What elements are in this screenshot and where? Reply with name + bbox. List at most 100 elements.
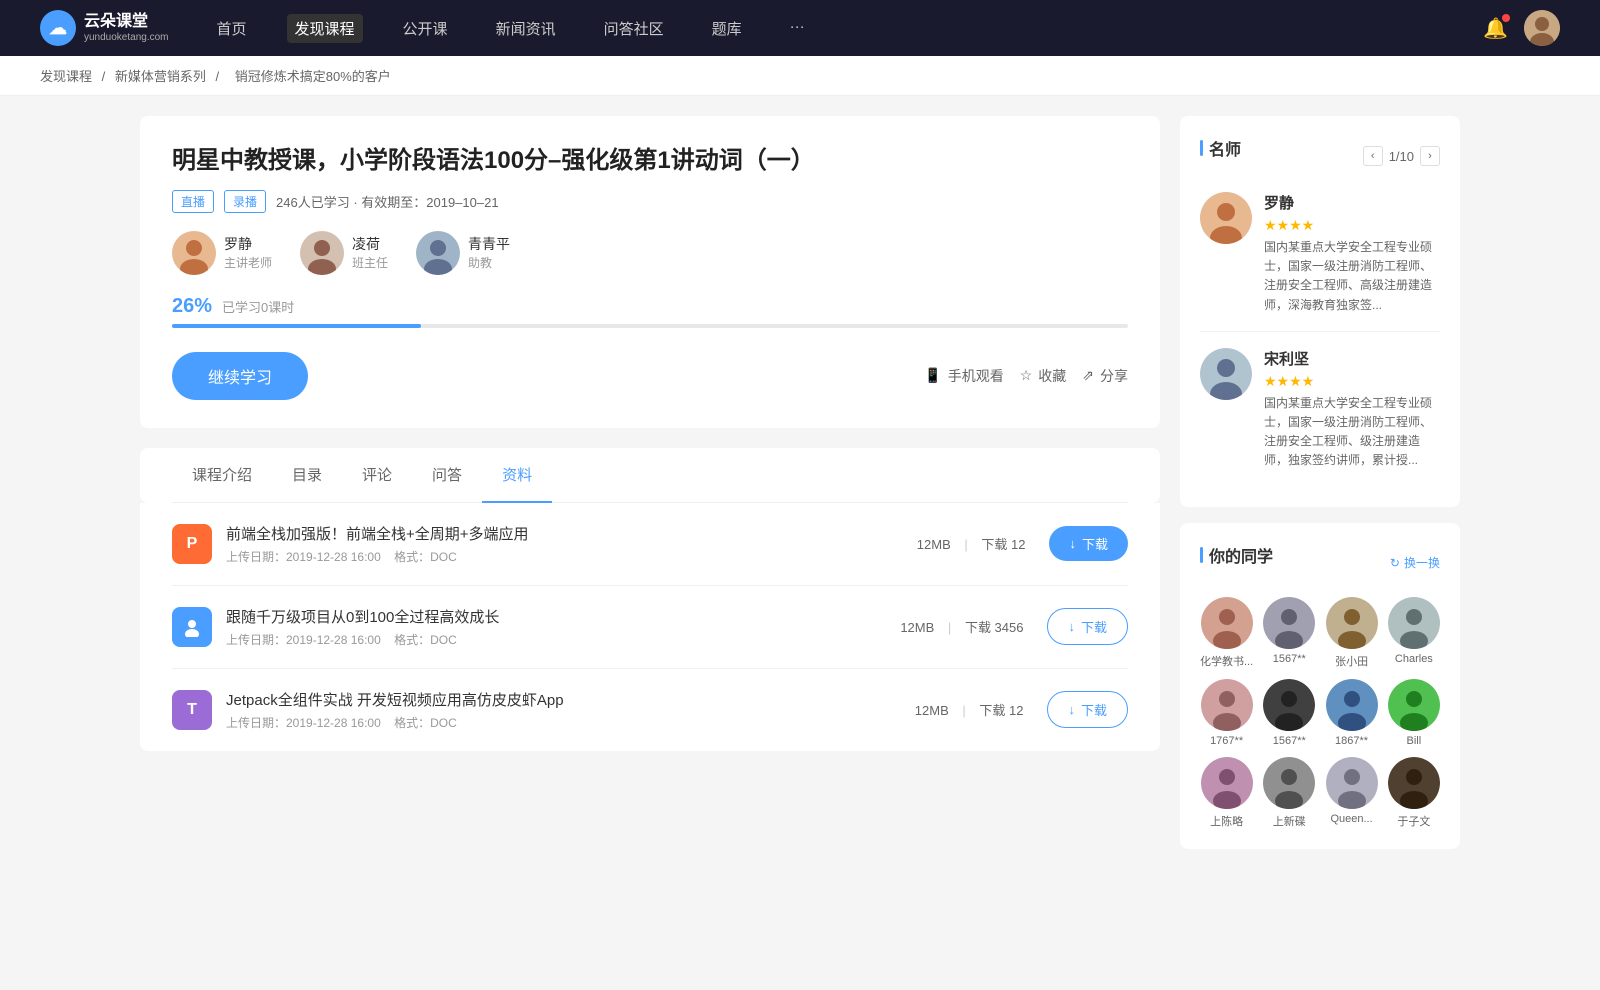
- download-icon-0: ↓: [1069, 536, 1076, 551]
- progress-label: 已学习0课时: [222, 297, 294, 316]
- tab-qa[interactable]: 问答: [412, 448, 482, 503]
- classmate-2: 张小田: [1325, 597, 1377, 669]
- breadcrumb-link-series[interactable]: 新媒体营销系列: [115, 69, 206, 84]
- phone-icon: 📱: [924, 367, 941, 384]
- tab-materials[interactable]: 资料: [482, 448, 552, 503]
- classmate-name-3: Charles: [1395, 653, 1433, 665]
- resource-title-2: Jetpack全组件实战 开发短视频应用高仿皮皮虾App: [226, 689, 891, 710]
- nav-item-news[interactable]: 新闻资讯: [488, 14, 564, 43]
- teacher-avatar-2: [416, 231, 460, 275]
- classmate-avatar-1: [1263, 597, 1315, 649]
- sidebar-teacher-desc-0: 国内某重点大学安全工程专业硕士，国家一级注册消防工程师、注册安全工程师、高级注册…: [1264, 238, 1440, 315]
- breadcrumb: 发现课程 / 新媒体营销系列 / 销冠修炼术搞定80%的客户: [0, 56, 1600, 96]
- phone-watch-button[interactable]: 📱 手机观看: [924, 366, 1003, 386]
- nav-item-quiz[interactable]: 题库: [704, 14, 750, 43]
- sidebar-teacher-1: 宋利坚 ★★★★ 国内某重点大学安全工程专业硕士，国家一级注册消防工程师、注册安…: [1200, 348, 1440, 471]
- breadcrumb-link-discover[interactable]: 发现课程: [40, 69, 92, 84]
- resource-list: P 前端全栈加强版！前端全栈+全周期+多端应用 上传日期：2019-12-28 …: [140, 503, 1160, 751]
- teacher-item-0: 罗静 主讲老师: [172, 231, 272, 275]
- sidebar-teacher-desc-1: 国内某重点大学安全工程专业硕士，国家一级注册消防工程师、注册安全工程师、级注册建…: [1264, 394, 1440, 471]
- sidebar-teacher-info-1: 宋利坚 ★★★★ 国内某重点大学安全工程专业硕士，国家一级注册消防工程师、注册安…: [1264, 348, 1440, 471]
- resource-meta-2: 上传日期：2019-12-28 16:00 格式：DOC: [226, 714, 891, 731]
- content-left: 明星中教授课，小学阶段语法100分–强化级第1讲动词（一） 直播 录播 246人…: [140, 116, 1160, 865]
- classmate-avatar-6: [1326, 679, 1378, 731]
- teacher-info-1: 凌荷 班主任: [352, 234, 388, 271]
- nav-item-open[interactable]: 公开课: [395, 14, 456, 43]
- teacher-role-1: 班主任: [352, 254, 388, 271]
- refresh-icon: ↻: [1390, 556, 1400, 570]
- tag-live: 直播: [172, 190, 214, 213]
- pagination: ‹ 1/10 ›: [1363, 146, 1440, 166]
- teacher-role-0: 主讲老师: [224, 254, 272, 271]
- refresh-classmates-button[interactable]: ↻ 换一换: [1390, 554, 1440, 571]
- collect-button[interactable]: ☆ 收藏: [1020, 366, 1067, 386]
- download-icon-2: ↓: [1068, 702, 1075, 717]
- classmate-name-7: Bill: [1407, 735, 1422, 747]
- main-container: 明星中教授课，小学阶段语法100分–强化级第1讲动词（一） 直播 录播 246人…: [100, 96, 1500, 885]
- resource-stats-1: 12MB | 下载 3456: [900, 617, 1023, 636]
- classmate-avatar-2: [1326, 597, 1378, 649]
- classmate-name-6: 1867**: [1335, 735, 1368, 747]
- next-page-button[interactable]: ›: [1420, 146, 1440, 166]
- classmate-avatar-9: [1263, 757, 1315, 809]
- teacher-avatar-0: [172, 231, 216, 275]
- navbar: ☁ 云朵课堂 yunduoketang.com 首页 发现课程 公开课 新闻资讯…: [0, 0, 1600, 56]
- sidebar-teacher-stars-0: ★★★★: [1264, 217, 1440, 234]
- resource-icon-1: [172, 607, 212, 647]
- progress-bar-fill: [172, 324, 421, 328]
- tab-intro[interactable]: 课程介绍: [172, 448, 272, 503]
- tab-review[interactable]: 评论: [342, 448, 412, 503]
- teacher-item-2: 青青平 助教: [416, 231, 510, 275]
- download-button-0[interactable]: ↓ 下载: [1049, 526, 1128, 561]
- classmate-name-5: 1567**: [1273, 735, 1306, 747]
- course-meta-text: 246人已学习 · 有效期至：2019–10–21: [276, 192, 499, 211]
- sidebar-teacher-0: 罗静 ★★★★ 国内某重点大学安全工程专业硕士，国家一级注册消防工程师、注册安全…: [1200, 192, 1440, 315]
- classmate-avatar-0: [1201, 597, 1253, 649]
- classmate-name-11: 于子文: [1397, 813, 1430, 829]
- sidebar-teacher-stars-1: ★★★★: [1264, 373, 1440, 390]
- user-avatar-img: [1524, 10, 1560, 46]
- nav-item-qa[interactable]: 问答社区: [596, 14, 672, 43]
- resource-stats-2: 12MB | 下载 12: [915, 700, 1024, 719]
- classmate-1: 1567**: [1263, 597, 1315, 669]
- teacher-name-2: 青青平: [468, 234, 510, 254]
- course-actions: 继续学习 📱 手机观看 ☆ 收藏 ⇗ 分享: [172, 352, 1128, 400]
- classmate-avatar-4: [1201, 679, 1253, 731]
- user-avatar-nav[interactable]: [1524, 10, 1560, 46]
- download-button-1[interactable]: ↓ 下载: [1047, 608, 1128, 645]
- nav-item-discover[interactable]: 发现课程: [287, 14, 363, 43]
- action-buttons: 📱 手机观看 ☆ 收藏 ⇗ 分享: [924, 366, 1128, 386]
- resource-item-2: T Jetpack全组件实战 开发短视频应用高仿皮皮虾App 上传日期：2019…: [172, 669, 1128, 751]
- page-indicator: 1/10: [1389, 149, 1414, 164]
- resource-item-1: 跟随千万级项目从0到100全过程高效成长 上传日期：2019-12-28 16:…: [172, 586, 1128, 669]
- tab-catalog[interactable]: 目录: [272, 448, 342, 503]
- download-button-2[interactable]: ↓ 下载: [1047, 691, 1128, 728]
- classmate-name-4: 1767**: [1210, 735, 1243, 747]
- share-button[interactable]: ⇗ 分享: [1082, 366, 1128, 386]
- sidebar-right: 名师 ‹ 1/10 › 罗静 ★★★★ 国内某重点大学安全工程专业硕士，国家一级…: [1180, 116, 1460, 865]
- classmate-6: 1867**: [1325, 679, 1377, 747]
- classmate-8: 上陈略: [1200, 757, 1253, 829]
- sidebar-teacher-avatar-1: [1200, 348, 1252, 400]
- teacher-divider: [1200, 331, 1440, 332]
- classmate-avatar-10: [1326, 757, 1378, 809]
- classmate-3: Charles: [1388, 597, 1440, 669]
- nav-item-more[interactable]: ···: [782, 14, 813, 43]
- classmates-header: 你的同学 ↻ 换一换: [1200, 543, 1440, 583]
- classmate-5: 1567**: [1263, 679, 1315, 747]
- resource-stats-0: 12MB | 下载 12: [917, 534, 1026, 553]
- nav-item-home[interactable]: 首页: [209, 14, 255, 43]
- classmate-avatar-7: [1388, 679, 1440, 731]
- prev-page-button[interactable]: ‹: [1363, 146, 1383, 166]
- course-card: 明星中教授课，小学阶段语法100分–强化级第1讲动词（一） 直播 录播 246人…: [140, 116, 1160, 428]
- teacher-item-1: 凌荷 班主任: [300, 231, 388, 275]
- resource-icon-2: T: [172, 690, 212, 730]
- classmate-7: Bill: [1388, 679, 1440, 747]
- classmate-name-0: 化学教书...: [1200, 653, 1253, 669]
- nav-right: 🔔: [1483, 10, 1560, 46]
- logo[interactable]: ☁ 云朵课堂 yunduoketang.com: [40, 10, 169, 46]
- bell-icon[interactable]: 🔔: [1483, 16, 1508, 41]
- teachers-sidebar-title: 名师: [1200, 136, 1241, 160]
- continue-learning-button[interactable]: 继续学习: [172, 352, 308, 400]
- logo-icon: ☁: [40, 10, 76, 46]
